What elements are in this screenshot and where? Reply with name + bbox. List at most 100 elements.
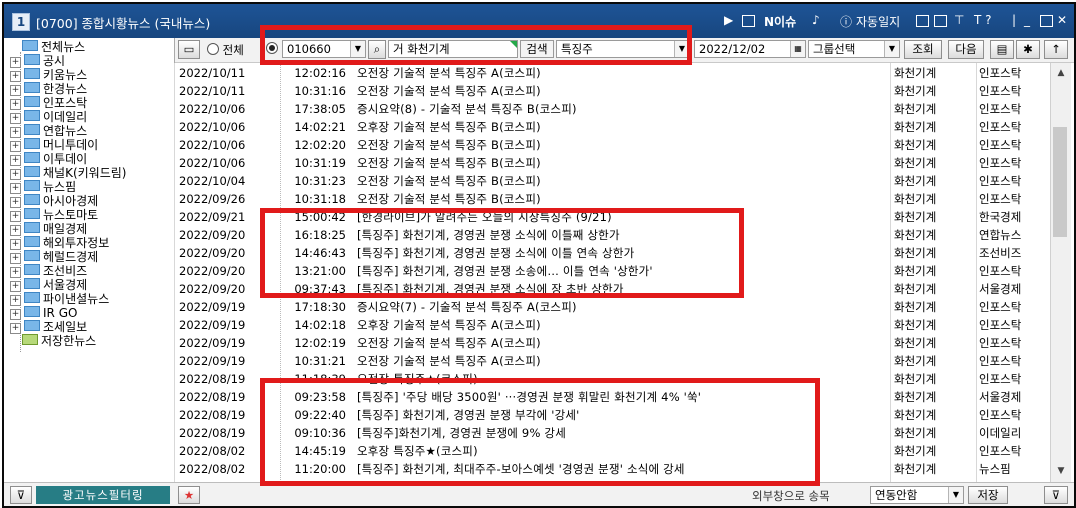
expand-icon[interactable]: +	[10, 155, 21, 166]
row-title[interactable]: 오전장 기술적 분석 특징주 B(코스피)	[357, 154, 887, 172]
stock-code-input[interactable]: 010660 ▼	[282, 40, 366, 58]
expand-icon[interactable]: +	[10, 309, 21, 320]
table-row[interactable]: 2022/10/06 17:38:05 증시요약(8) - 기술적 분석 특징주 B…	[174, 100, 1050, 118]
next-button[interactable]: 다음	[948, 40, 984, 59]
chevron-down-icon[interactable]: ▼	[350, 41, 365, 57]
row-title[interactable]: [특징주] 화천기계, 경영권 분쟁 소식에 장 초반 상한가	[357, 280, 887, 298]
chevron-up-icon[interactable]: ▲	[1051, 65, 1071, 81]
search-icon[interactable]: ⌕	[368, 40, 386, 59]
auto-log-button[interactable]: 자동일지	[856, 13, 900, 30]
table-row[interactable]: 2022/08/19 11:18:39 오전장 특징주★(코스피) 화천기계 인포스탁	[174, 370, 1050, 388]
tree-item-newstomato[interactable]: + 뉴스토마토	[10, 208, 98, 222]
tree-item-hankyung[interactable]: + 한경뉴스	[10, 82, 87, 96]
expand-icon[interactable]: +	[10, 71, 21, 82]
row-title[interactable]: 오전장 기술적 분석 특징주 A(코스피)	[357, 82, 887, 100]
row-title[interactable]: 오후장 특징주★(코스피)	[357, 442, 887, 460]
calendar-icon[interactable]: ▦	[790, 41, 805, 57]
search-type-select[interactable]: 특징주 ▼	[556, 40, 690, 58]
table-row[interactable]: 2022/09/20 16:18:25 [특징주] 화천기계, 경영권 분쟁 소식에…	[174, 226, 1050, 244]
monitor-icon[interactable]	[742, 13, 755, 27]
tree-item-financial[interactable]: + 파이낸셜뉴스	[10, 292, 109, 306]
tree-item-chosunbiz[interactable]: + 조선비즈	[10, 264, 87, 278]
tree-item-joseilbo[interactable]: + 조세일보	[10, 320, 87, 334]
table-row[interactable]: 2022/10/06 10:31:19 오전장 기술적 분석 특징주 B(코스피) 화…	[174, 154, 1050, 172]
table-row[interactable]: 2022/10/04 10:31:23 오전장 기술적 분석 특징주 B(코스피) 화…	[174, 172, 1050, 190]
app-number-icon[interactable]: 1	[12, 13, 30, 31]
radio-stock-circle[interactable]	[266, 42, 278, 54]
tree-item-saved[interactable]: 저장한뉴스	[22, 334, 96, 348]
row-title[interactable]: 오전장 기술적 분석 특징주 A(코스피)	[357, 334, 887, 352]
scroll-thumb[interactable]	[1053, 127, 1067, 237]
help-button[interactable]: T ?	[974, 13, 992, 27]
table-row[interactable]: 2022/09/19 17:18:30 증시요약(7) - 기술적 분석 특징주 A…	[174, 298, 1050, 316]
tree-item-etoday[interactable]: + 이투데이	[10, 152, 87, 166]
chevron-down-icon[interactable]: ▼	[884, 41, 899, 57]
expand-icon[interactable]: +	[10, 281, 21, 292]
table-row[interactable]: 2022/09/19 12:02:19 오전장 기술적 분석 특징주 A(코스피) 화…	[174, 334, 1050, 352]
layout-icon[interactable]	[916, 13, 929, 27]
table-row[interactable]: 2022/08/02 14:45:19 오후장 특징주★(코스피) 화천기계 인포스탁	[174, 442, 1050, 460]
row-title[interactable]: 오후장 기술적 분석 특징주 A(코스피)	[357, 316, 887, 334]
expand-icon[interactable]: +	[10, 113, 21, 124]
row-title[interactable]: 오전장 기술적 분석 특징주 A(코스피)	[357, 352, 887, 370]
tree-item-yonhap[interactable]: + 연합뉴스	[10, 124, 87, 138]
expand-icon[interactable]: +	[10, 253, 21, 264]
tree-item-kiwoom[interactable]: + 키움뉴스	[10, 68, 87, 82]
row-title[interactable]: 오전장 기술적 분석 특징주 B(코스피)	[357, 172, 887, 190]
tree-item-infostock[interactable]: + 인포스탁	[10, 96, 87, 110]
expand-icon[interactable]: +	[10, 197, 21, 208]
row-title[interactable]: 오전장 기술적 분석 특징주 B(코스피)	[357, 190, 887, 208]
save-button[interactable]: 저장	[968, 486, 1008, 504]
info-icon[interactable]: ⓘ	[840, 13, 852, 30]
arrow-up-icon[interactable]: ↑	[1044, 40, 1068, 59]
tree-item-edaily[interactable]: + 이데일리	[10, 110, 87, 124]
row-title[interactable]: [특징주] 화천기계, 경영권 분쟁 부각에 '강세'	[357, 406, 887, 424]
table-row[interactable]: 2022/09/20 09:37:43 [특징주] 화천기계, 경영권 분쟁 소식에…	[174, 280, 1050, 298]
news-scrollbar[interactable]: ▲ ▼	[1050, 63, 1071, 482]
tree-item-moneytoday[interactable]: + 머니투데이	[10, 138, 98, 152]
expand-icon[interactable]: +	[10, 323, 21, 334]
chevron-down-icon[interactable]: ▼	[948, 487, 963, 503]
row-title[interactable]: 증시요약(7) - 기술적 분석 특징주 A(코스피)	[357, 298, 887, 316]
table-row[interactable]: 2022/09/20 14:46:43 [특징주] 화천기계, 경영권 분쟁 소식에…	[174, 244, 1050, 262]
table-row[interactable]: 2022/08/19 09:22:40 [특징주] 화천기계, 경영권 분쟁 부각에…	[174, 406, 1050, 424]
tree-item-seoul[interactable]: + 서울경제	[10, 278, 87, 292]
expand-icon[interactable]: +	[10, 211, 21, 222]
table-row[interactable]: 2022/10/06 14:02:21 오후장 기술적 분석 특징주 B(코스피) 화…	[174, 118, 1050, 136]
row-title[interactable]: 오전장 기술적 분석 특징주 B(코스피)	[357, 136, 887, 154]
expand-icon[interactable]: +	[10, 169, 21, 180]
tree-item-asiae[interactable]: + 아시아경제	[10, 194, 98, 208]
expand-icon[interactable]: +	[10, 225, 21, 236]
tree-item-channelk[interactable]: + 채널K(키워드림)	[10, 166, 126, 180]
pin-icon[interactable]: ⊤	[954, 13, 964, 27]
gear-icon[interactable]: ✱	[1016, 40, 1040, 59]
row-title[interactable]: [한경라이브]가 알려주는 오늘의 시장특징주 (9/21)	[357, 208, 887, 226]
row-title[interactable]: [특징주] 화천기계, 경영권 분쟁 소송에… 이틀 연속 '상한가'	[357, 262, 887, 280]
row-title[interactable]: [특징주] '주당 배당 3500원' ···경영권 분쟁 휘말린 화천기계 4…	[357, 388, 887, 406]
table-row[interactable]: 2022/08/02 11:20:00 [특징주] 화천기계, 최대주주-보아스예셋…	[174, 460, 1050, 478]
row-title[interactable]: [특징주]화천기계, 경영권 분쟁에 9% 강세	[357, 424, 887, 442]
radio-all[interactable]: 전체	[207, 42, 244, 58]
radio-all-circle[interactable]	[207, 43, 219, 55]
expand-icon[interactable]: +	[10, 141, 21, 152]
row-title[interactable]: [특징주] 화천기계, 경영권 분쟁 소식에 이틀째 상한가	[357, 226, 887, 244]
filter-icon[interactable]: ⊽	[10, 486, 32, 504]
table-row[interactable]: 2022/09/19 10:31:21 오전장 기술적 분석 특징주 A(코스피) 화…	[174, 352, 1050, 370]
table-row[interactable]: 2022/08/19 09:23:58 [특징주] '주당 배당 3500원' ··…	[174, 388, 1050, 406]
table-row[interactable]: 2022/10/06 12:02:20 오전장 기술적 분석 특징주 B(코스피) 화…	[174, 136, 1050, 154]
expand-icon[interactable]: +	[10, 127, 21, 138]
issue-button[interactable]: N이슈	[764, 13, 796, 30]
minimize-icon[interactable]: _	[1024, 13, 1030, 27]
tree-item-all-news[interactable]: 전체뉴스	[22, 40, 85, 54]
copy-window-icon[interactable]	[934, 13, 947, 27]
query-button[interactable]: 조회	[904, 40, 942, 59]
print-icon[interactable]: ▤	[990, 40, 1014, 59]
star-icon[interactable]: ★	[178, 486, 200, 504]
group-select[interactable]: 그룹선택 ▼	[808, 40, 900, 58]
radio-stock[interactable]	[266, 42, 278, 56]
table-row[interactable]: 2022/09/19 14:02:18 오후장 기술적 분석 특징주 A(코스피) 화…	[174, 316, 1050, 334]
maximize-icon[interactable]	[1040, 13, 1053, 27]
link-select[interactable]: 연동안함 ▼	[870, 486, 964, 504]
chevron-down-icon[interactable]: ▼	[674, 41, 689, 57]
row-title[interactable]: 오후장 기술적 분석 특징주 B(코스피)	[357, 118, 887, 136]
